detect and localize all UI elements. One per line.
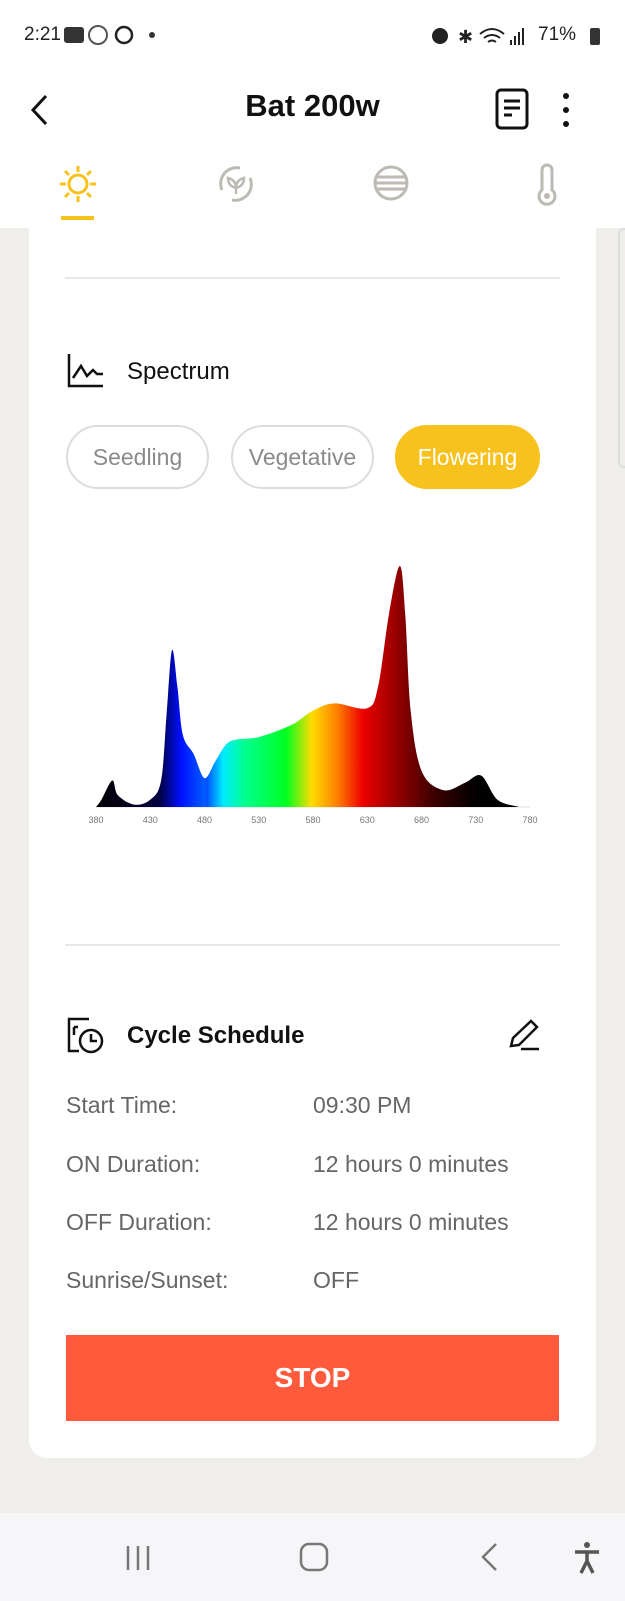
active-tab-indicator [61,216,94,220]
x-tick-label: 680 [414,815,429,825]
on-duration-label: ON Duration: [66,1151,201,1177]
edit-pencil-icon[interactable] [507,1018,541,1052]
x-tick-label: 580 [305,815,320,825]
plant-cycle-icon[interactable] [214,162,258,206]
spectrum-title: Spectrum [127,358,230,385]
thermometer-icon[interactable] [534,162,560,206]
more-vert-icon[interactable] [560,90,572,130]
status-time: 2:21 [24,24,61,45]
dot-icon [149,32,155,38]
circle-icon [114,25,134,45]
light-card: Spectrum Seedling Vegetative Flowering 3… [29,228,596,1458]
sunrise-sunset-value: OFF [313,1267,359,1293]
stop-button[interactable]: STOP [66,1335,559,1421]
nav-back-icon[interactable] [478,1541,502,1573]
x-tick-label: 380 [88,815,103,825]
system-icons: ✱ [432,27,524,47]
divider [65,944,560,946]
divider [65,277,560,279]
start-time-value: 09:30 PM [313,1092,412,1118]
preset-seedling[interactable]: Seedling [66,425,209,489]
alarm-icon [432,28,448,44]
sun-icon [60,166,96,202]
system-nav-bar [0,1513,625,1601]
x-tick-label: 730 [468,815,483,825]
off-duration-label: OFF Duration: [66,1209,212,1235]
preset-flowering[interactable]: Flowering [395,425,540,489]
scrollbar[interactable] [618,228,625,468]
x-tick-label: 430 [143,815,158,825]
spectrum-chart-icon [67,354,103,388]
x-tick-label: 530 [251,815,266,825]
voicemail-icon [64,27,84,43]
spectrum-chart: 380 430 480 530 580 630 680 730 780 [88,566,538,825]
wifi-icon [479,28,505,43]
spectrum-area [96,566,520,807]
x-tick-label: 780 [522,815,537,825]
recents-icon[interactable] [124,1543,154,1573]
on-duration-value: 12 hours 0 minutes [313,1151,509,1177]
start-time-label: Start Time: [66,1092,178,1118]
battery-percent: 71% [538,24,577,45]
page-title: Bat 200w [245,88,380,123]
schedule-title: Cycle Schedule [127,1022,305,1049]
x-axis-ticks: 380 430 480 530 580 630 680 730 780 [88,815,537,825]
battery-icon [590,28,600,45]
accessibility-icon[interactable] [572,1541,602,1575]
notification-icons [64,25,155,45]
tab-light[interactable] [50,162,110,226]
bluetooth-icon: ✱ [458,27,473,47]
x-tick-label: 480 [197,815,212,825]
status-bar: 2:21 ✱ 71% [0,0,625,70]
x-tick-label: 630 [360,815,375,825]
signal-icon [510,28,524,45]
schedule-clock-icon [67,1017,104,1054]
off-duration-value: 12 hours 0 minutes [313,1209,509,1235]
home-icon[interactable] [298,1541,330,1573]
app-header: Bat 200w [0,70,625,228]
sunrise-sunset-label: Sunrise/Sunset: [66,1267,229,1293]
lines-circle-icon[interactable] [372,164,410,202]
preset-vegetative[interactable]: Vegetative [231,425,374,489]
document-icon[interactable] [495,88,529,130]
app-icon [88,25,108,45]
